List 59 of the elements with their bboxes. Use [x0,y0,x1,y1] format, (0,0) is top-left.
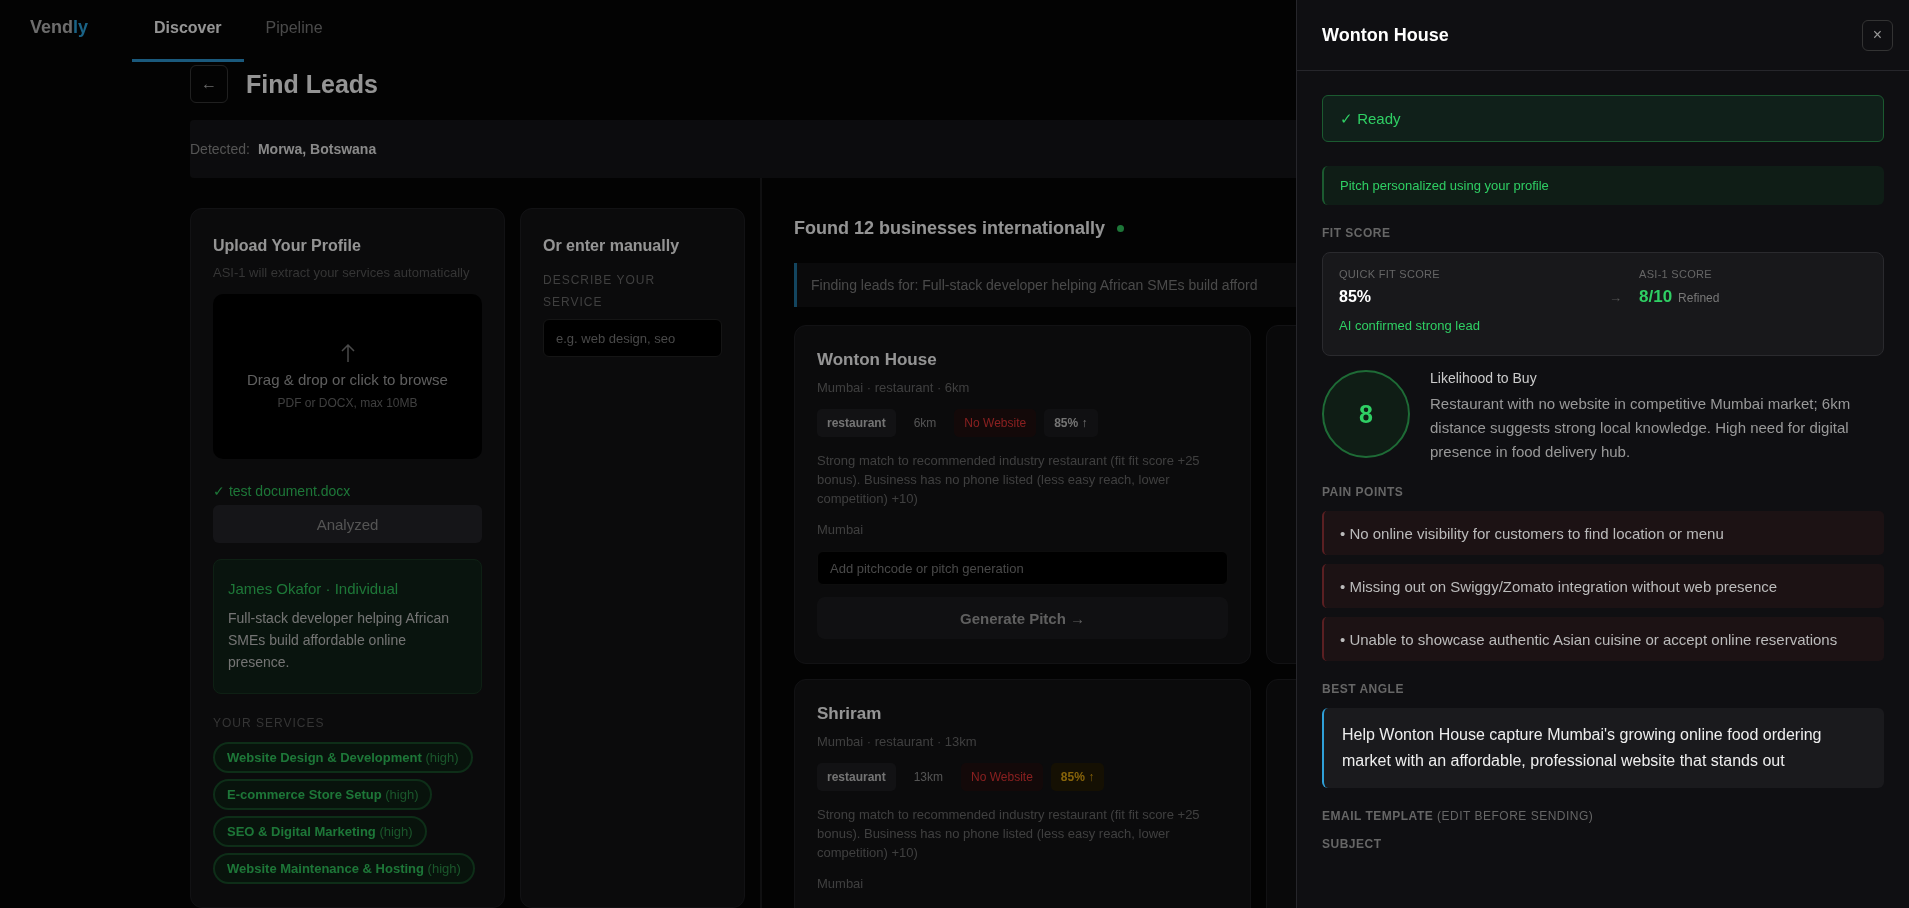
upload-arrow-icon [340,343,355,363]
angle-text: Help Wonton House capture Mumbai's growing online food ordering market with an affordable, professional website that stands out [1322,708,1884,788]
tag: No Website [954,409,1037,437]
service-chip[interactable]: Website Maintenance & Hosting (high) [213,853,475,884]
info-banner: Pitch personalized using your profile [1322,166,1884,205]
card-title: Or enter manually [543,237,681,255]
score-label: ASI-1 SCORE [1639,268,1713,280]
card-title: Upload Your Profile [213,237,362,255]
tag: 85% ↑ [1044,409,1098,437]
logo: Vendly [30,17,90,38]
generate-pitch-button[interactable]: Generate Pitch → [817,597,1228,639]
nav-tab[interactable]: Discover [132,19,244,62]
business-name: Wonton House [817,350,938,370]
nav-tab[interactable]: Pipeline [243,19,345,62]
tag: 13km [903,763,954,791]
likelihood-title: Likelihood to Buy [1430,370,1538,386]
panel-title: Wonton House [1322,24,1449,46]
status-dot [1117,225,1125,232]
tag: restaurant [817,409,896,437]
tag: restaurant [817,763,896,791]
drop-text: Drag & drop or click to browse [247,371,448,388]
analyzed-button[interactable]: Analyzed [213,505,482,543]
score-label: QUICK FIT SCORE [1339,268,1441,280]
profile-text: Full-stack developer helping African SMEs build affordable online presence. [228,609,450,672]
section-label: PAIN POINTS [1322,485,1405,499]
tag: 6km [903,409,947,437]
location-text: Morwa, Botswana [257,141,377,157]
score-value: 85% [1339,288,1373,306]
back-button[interactable]: ← [190,65,228,103]
section-label: FIT SCORE [1322,226,1392,240]
service-chip[interactable]: E-commerce Store Setup (high) [213,779,433,810]
score-note: AI confirmed strong lead [1339,318,1481,333]
drop-zone[interactable]: Drag & drop or click to browse PDF or DOCX, max 10MB [213,294,482,459]
arrow-text: → [1609,290,1623,305]
score-value: 8/10 [1639,287,1673,307]
pain-point: • Missing out on Swiggy/Zomato integration without web presence [1322,564,1884,608]
profile-name: James Okafor · Individual [228,580,400,597]
service-chip[interactable]: Website Design & Development (high) [213,742,473,773]
likelihood-text: Restaurant with no website in competitive Mumbai market; 6km distance suggests strong local knowledge. High need for digital presence in food delivery hub. [1430,394,1852,462]
likelihood-badge: 8 [1322,370,1410,458]
tag: 85% ↑ [1050,763,1105,791]
pain-point: • Unable to showcase authentic Asian cuisine or accept online reservations [1322,617,1884,661]
page-title: Find Leads [246,69,378,99]
close-button[interactable]: × [1862,19,1893,51]
business-name: Shriram [817,704,883,724]
section-label: SUBJECT [1322,837,1383,851]
results-title: Found 12 businesses internationally [794,218,1106,239]
status-banner: ✓ Ready [1322,95,1884,142]
pain-point: • No online visibility for customers to find location or menu [1322,511,1884,555]
tag: No Website [961,763,1043,791]
drop-hint: PDF or DOCX, max 10MB [277,396,418,410]
score-note: Refined [1678,291,1720,305]
detected-label: Detected: [190,141,250,157]
service-input[interactable]: e.g. web design, seo [543,319,722,357]
service-chip[interactable]: SEO & Digital Marketing (high) [213,816,427,847]
section-label: BEST ANGLE [1322,682,1405,696]
section-label: EMAIL TEMPLATE (EDIT BEFORE SENDING) [1322,809,1595,823]
file-name: ✓ test document.docx [213,483,352,499]
context-input[interactable]: Add pitchcode or pitch generation [817,551,1228,585]
